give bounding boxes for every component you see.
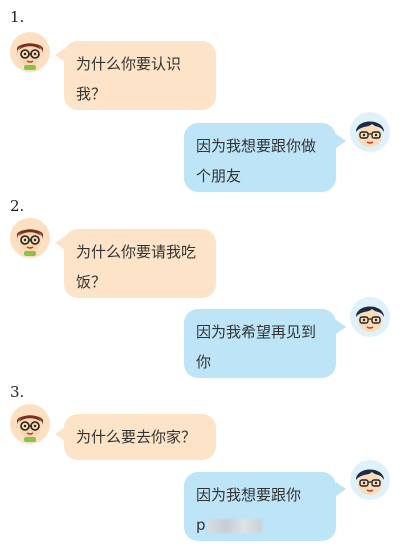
item-number: 2. (10, 197, 25, 215)
answer-bubble: 因为我希望再见到你 (184, 309, 336, 378)
girl-avatar-icon (10, 32, 50, 72)
item-number: 1. (10, 8, 25, 26)
boy-avatar-icon (350, 297, 390, 337)
girl-avatar-icon (10, 218, 50, 258)
answer-text: 因为我想要跟你 (196, 486, 302, 504)
blurred-text (207, 518, 262, 533)
boy-avatar-icon (350, 460, 390, 500)
bubble-tail (336, 482, 346, 496)
bubble-tail (336, 134, 346, 148)
answer-bubble: 因为我想要跟你做个朋友 (184, 123, 336, 192)
question-bubble: 为什么你要请我吃饭？ (64, 229, 216, 298)
item-number: 3. (10, 383, 25, 401)
question-bubble: 为什么要去你家？ (64, 414, 216, 460)
answer-blurred-start: p (196, 516, 206, 534)
question-bubble: 为什么你要认识我？ (64, 41, 216, 110)
answer-bubble: 因为我想要跟你 p (184, 472, 336, 541)
boy-avatar-icon (350, 112, 390, 152)
girl-avatar-icon (10, 404, 50, 444)
bubble-tail (336, 320, 346, 334)
